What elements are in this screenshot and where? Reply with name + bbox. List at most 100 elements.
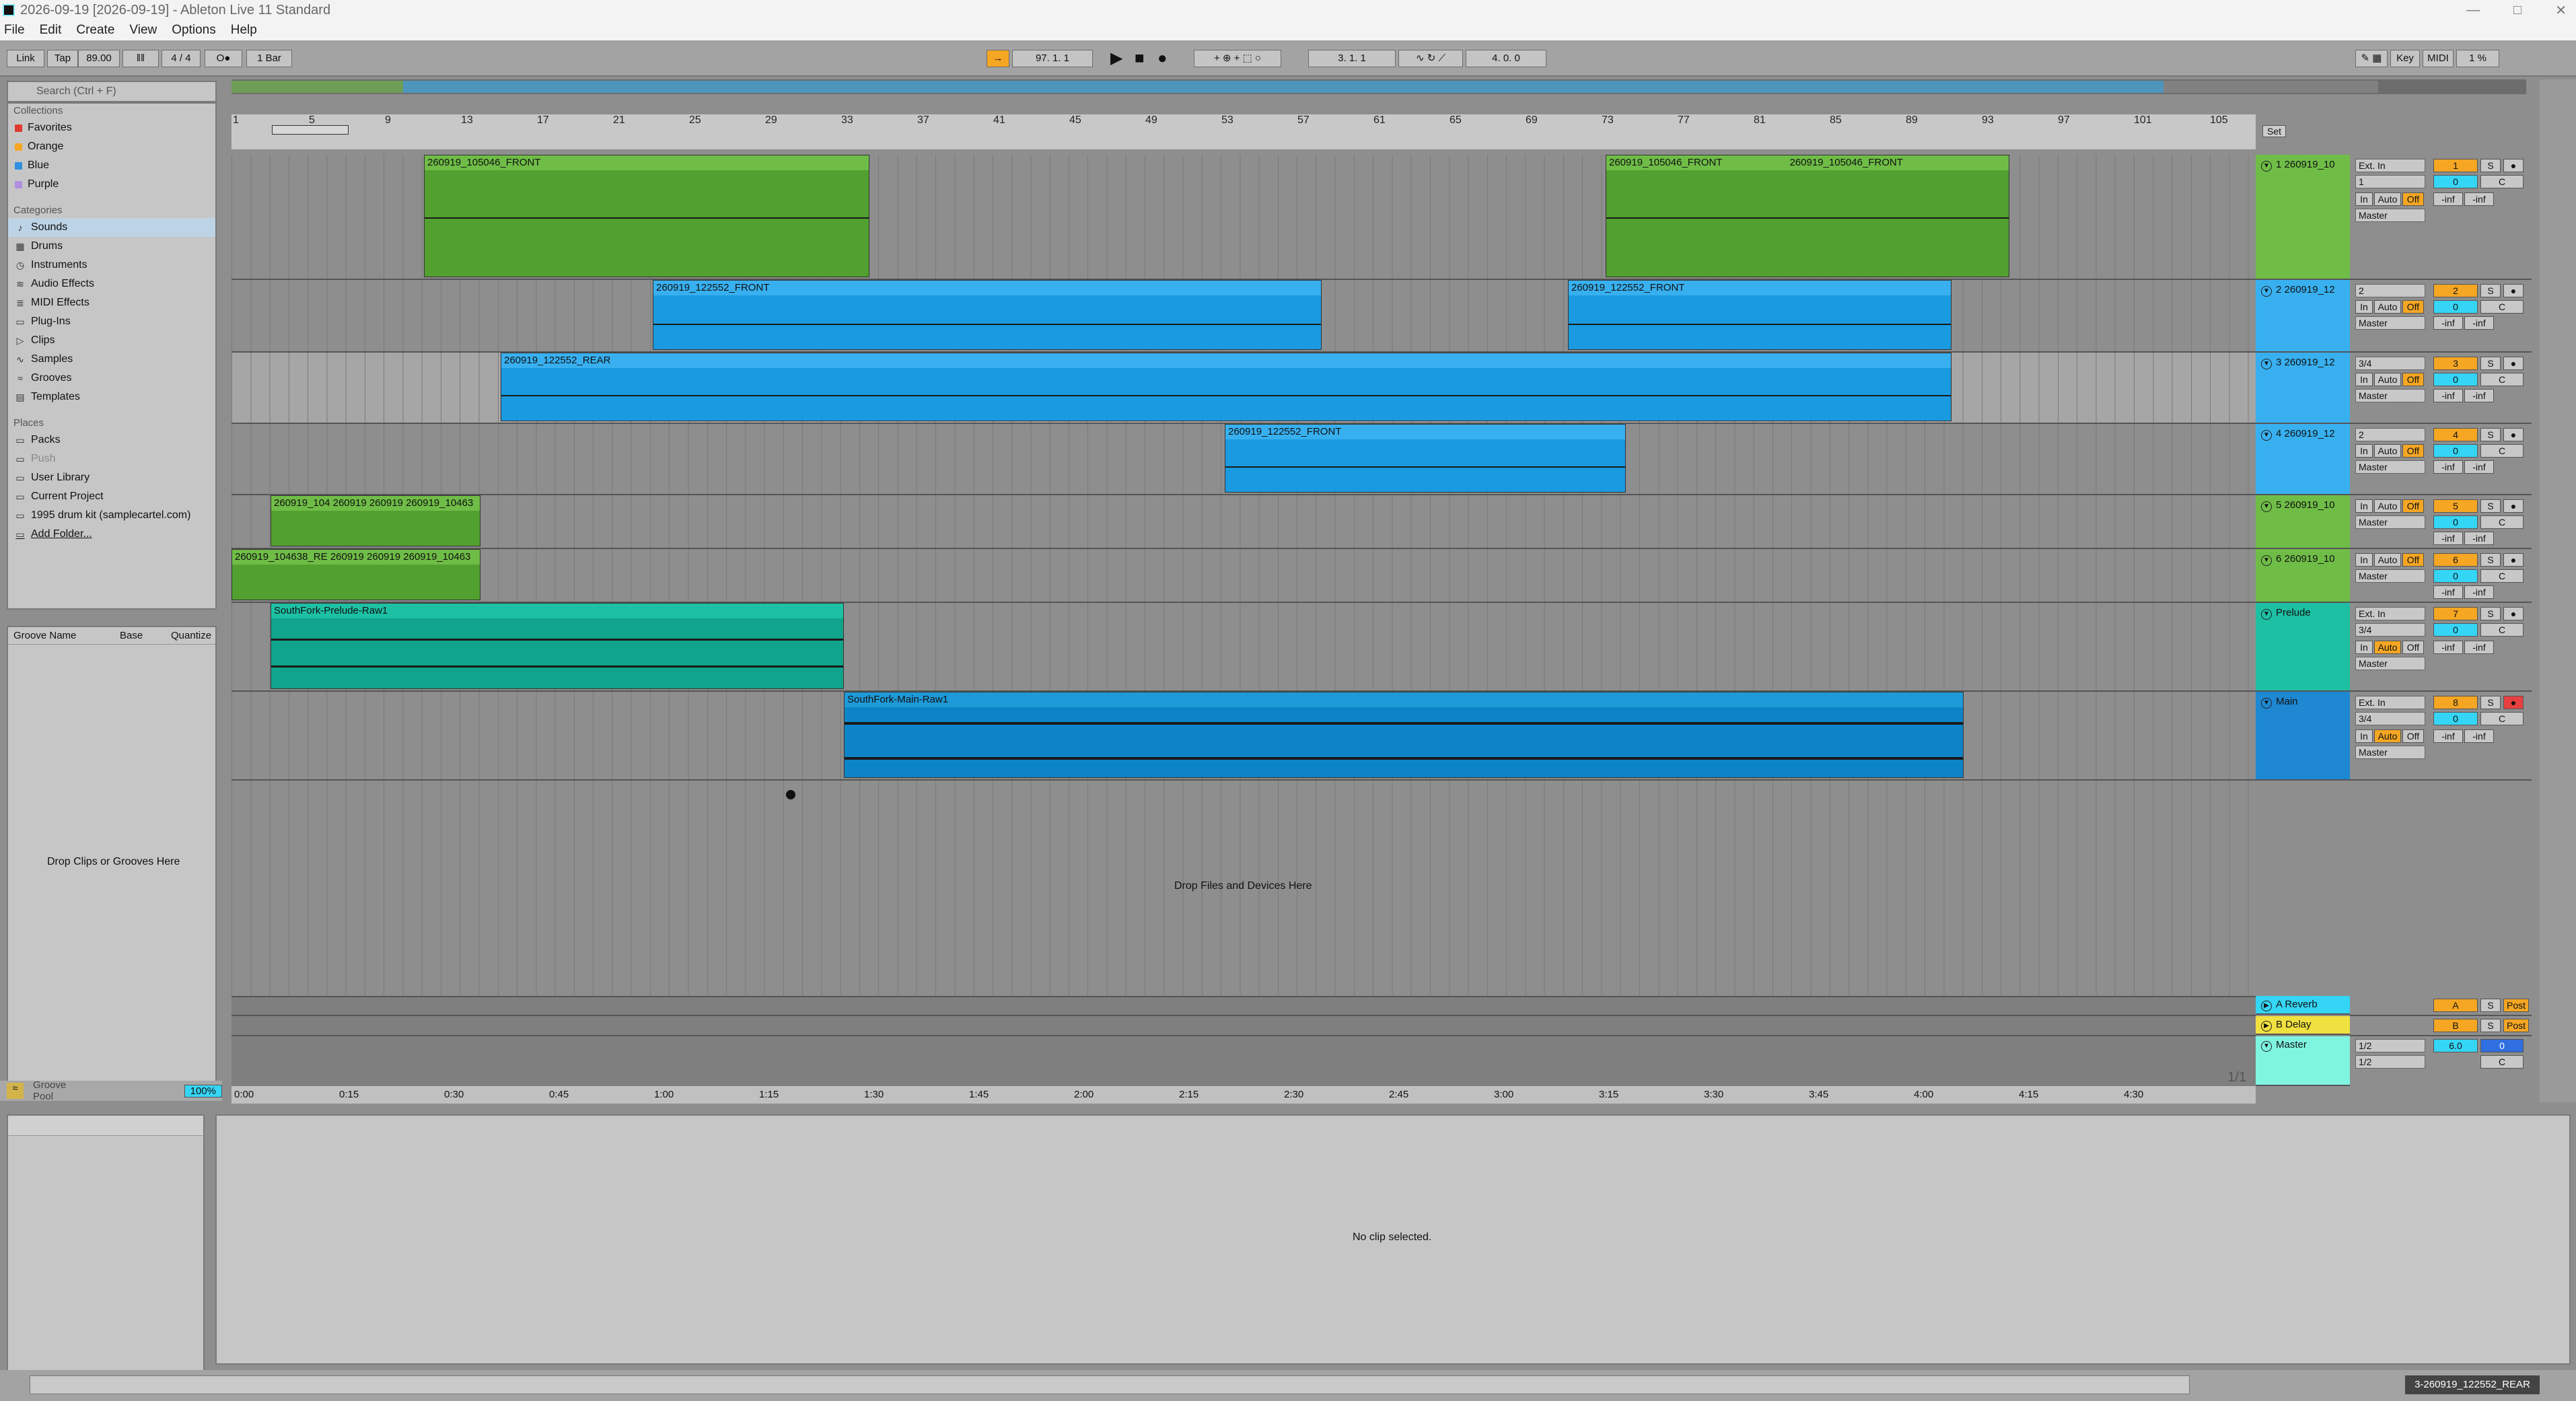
loop-length[interactable]: 4. 0. 0 <box>1466 50 1546 67</box>
track-lane-main[interactable]: SouthFork-Main-Raw1 <box>231 692 2256 781</box>
solo-button[interactable]: S <box>2480 357 2501 370</box>
monitor-in[interactable]: In <box>2355 192 2373 206</box>
place-push[interactable]: ▭ Push <box>8 450 215 468</box>
volume-field[interactable]: 0 <box>2433 515 2478 529</box>
audio-clip[interactable]: 260919_105046_FRONT <box>424 155 869 277</box>
track-activator[interactable]: 4 <box>2433 428 2478 441</box>
monitor-off[interactable]: Off <box>2402 641 2424 654</box>
track-lane-5[interactable]: 260919_104 260919 260919 260919_10463 <box>231 495 2256 549</box>
volume-field[interactable]: 0 <box>2433 444 2478 458</box>
place-current-project[interactable]: ▭ Current Project <box>8 487 215 506</box>
groove-base-col[interactable]: Base <box>120 627 171 645</box>
category-templates[interactable]: ▤ Templates <box>8 388 215 406</box>
right-side-panel[interactable] <box>2540 79 2576 1102</box>
arm-record-icon[interactable]: ● <box>2503 499 2524 513</box>
monitor-off[interactable]: Off <box>2402 553 2424 567</box>
arm-record-icon[interactable]: ● <box>2503 553 2524 567</box>
fold-icon[interactable]: ▼ <box>2261 1041 2272 1052</box>
monitor-in[interactable]: In <box>2355 444 2373 458</box>
place-drum-kit[interactable]: ▭ 1995 drum kit (samplecartel.com) <box>8 506 215 525</box>
collection-blue[interactable]: Blue <box>8 156 215 175</box>
groove-amount[interactable]: 100% <box>184 1084 222 1098</box>
loop-brace[interactable] <box>272 125 349 135</box>
fold-icon[interactable]: ▶ <box>2261 1001 2272 1011</box>
monitor-auto[interactable]: Auto <box>2374 373 2401 386</box>
monitor-in[interactable]: In <box>2355 553 2373 567</box>
input-select[interactable]: 2 <box>2355 428 2425 441</box>
track-activator[interactable]: 7 <box>2433 607 2478 620</box>
input-select[interactable]: Ext. In <box>2355 159 2425 172</box>
audio-clip[interactable]: SouthFork-Prelude-Raw1 <box>271 603 844 689</box>
pan-field[interactable]: C <box>2480 623 2524 637</box>
monitor-in[interactable]: In <box>2355 729 2373 743</box>
loop-tools[interactable]: ∿ ↻ ⟋ <box>1398 50 1463 67</box>
category-midi-effects[interactable]: ≣ MIDI Effects <box>8 293 215 312</box>
category-drums[interactable]: ▦ Drums <box>8 237 215 256</box>
midi-map-button[interactable]: MIDI <box>2423 50 2454 67</box>
monitor-auto[interactable]: Auto <box>2374 444 2401 458</box>
minimize-icon[interactable]: — <box>2466 3 2480 18</box>
master-header[interactable]: ▼ Master <box>2256 1036 2350 1086</box>
output-select[interactable]: Master <box>2355 460 2425 474</box>
track-activator[interactable]: 8 <box>2433 696 2478 709</box>
menu-file[interactable]: File <box>4 23 25 38</box>
key-map-button[interactable]: Key <box>2390 50 2420 67</box>
menu-edit[interactable]: Edit <box>40 23 62 38</box>
monitor-off[interactable]: Off <box>2402 373 2424 386</box>
output-select[interactable]: Master <box>2355 209 2425 222</box>
input-select[interactable]: Ext. In <box>2355 696 2425 709</box>
solo-button[interactable]: S <box>2480 1019 2501 1032</box>
pan-field[interactable]: C <box>2480 373 2524 386</box>
solo-button[interactable]: S <box>2480 607 2501 620</box>
song-position[interactable]: 97. 1. 1 <box>1012 50 1093 67</box>
audio-clip[interactable]: 260919_122552_FRONT <box>1225 424 1626 493</box>
audio-clip[interactable]: 260919_122552_FRONT <box>1568 280 1952 350</box>
pan-field[interactable]: C <box>2480 175 2524 188</box>
monitor-in[interactable]: In <box>2355 499 2373 513</box>
link-button[interactable]: Link <box>7 50 44 67</box>
place-packs[interactable]: ▭ Packs <box>8 431 215 450</box>
category-instruments[interactable]: ◷ Instruments <box>8 256 215 275</box>
master-input-select[interactable]: 1/2 <box>2355 1039 2425 1052</box>
fold-icon[interactable]: ▼ <box>2261 555 2272 566</box>
search-input[interactable]: Search (Ctrl + F) <box>7 81 217 102</box>
pan-field[interactable]: C <box>2480 515 2524 529</box>
close-icon[interactable]: ✕ <box>2555 2 2567 19</box>
track-lane-1[interactable]: 260919_105046_FRONT 260919_105046_FRONT 2… <box>231 155 2256 280</box>
input-select[interactable]: 2 <box>2355 284 2425 297</box>
return-activator[interactable]: A <box>2433 999 2478 1012</box>
solo-button[interactable]: S <box>2480 159 2501 172</box>
track-header-2[interactable]: ▼ 2 260919_12 <box>2256 280 2350 353</box>
monitor-off[interactable]: Off <box>2402 499 2424 513</box>
track-lane-4[interactable]: 260919_122552_FRONT <box>231 424 2256 495</box>
monitor-in[interactable]: In <box>2355 300 2373 314</box>
channel-select[interactable]: 1 <box>2355 175 2425 188</box>
pan-field[interactable]: C <box>2480 300 2524 314</box>
track-activator[interactable]: 3 <box>2433 357 2478 370</box>
pan-field[interactable]: C <box>2480 444 2524 458</box>
track-lane-3[interactable]: 260919_122552_REAR <box>231 353 2256 424</box>
post-button[interactable]: Post <box>2503 1019 2529 1032</box>
fold-icon[interactable]: ▼ <box>2261 609 2272 620</box>
category-audio-effects[interactable]: ≋ Audio Effects <box>8 275 215 293</box>
play-icon[interactable]: ▶ <box>1110 48 1122 69</box>
nudge-buttons[interactable]: ‖‖ <box>122 50 159 67</box>
output-select[interactable]: Master <box>2355 515 2425 529</box>
follow-button[interactable]: → <box>987 50 1009 67</box>
arm-record-icon[interactable]: ● <box>2503 284 2524 297</box>
track-lane-2[interactable]: 260919_122552_FRONT 260919_122552_FRONT <box>231 280 2256 353</box>
fold-icon[interactable]: ▼ <box>2261 359 2272 369</box>
monitor-off[interactable]: Off <box>2402 444 2424 458</box>
time-ruler[interactable]: 0:00 0:15 0:30 0:45 1:00 1:15 1:30 1:45 … <box>231 1086 2256 1104</box>
track-lane-6[interactable]: 260919_104638_RE 260919 260919 260919_10… <box>231 549 2256 603</box>
return-header-a[interactable]: ▶ A Reverb <box>2256 996 2350 1015</box>
category-clips[interactable]: ▷ Clips <box>8 331 215 350</box>
audio-clip[interactable]: 260919_104 260919 260919 260919_10463 <box>271 495 480 546</box>
volume-field[interactable]: 0 <box>2433 569 2478 583</box>
arm-record-icon[interactable]: ● <box>2503 696 2524 709</box>
monitor-auto[interactable]: Auto <box>2374 641 2401 654</box>
track-header-1[interactable]: ▼ 1 260919_10 <box>2256 155 2350 280</box>
solo-button[interactable]: S <box>2480 553 2501 567</box>
track-header-prelude[interactable]: ▼ Prelude <box>2256 603 2350 692</box>
tap-button[interactable]: Tap <box>47 50 78 67</box>
